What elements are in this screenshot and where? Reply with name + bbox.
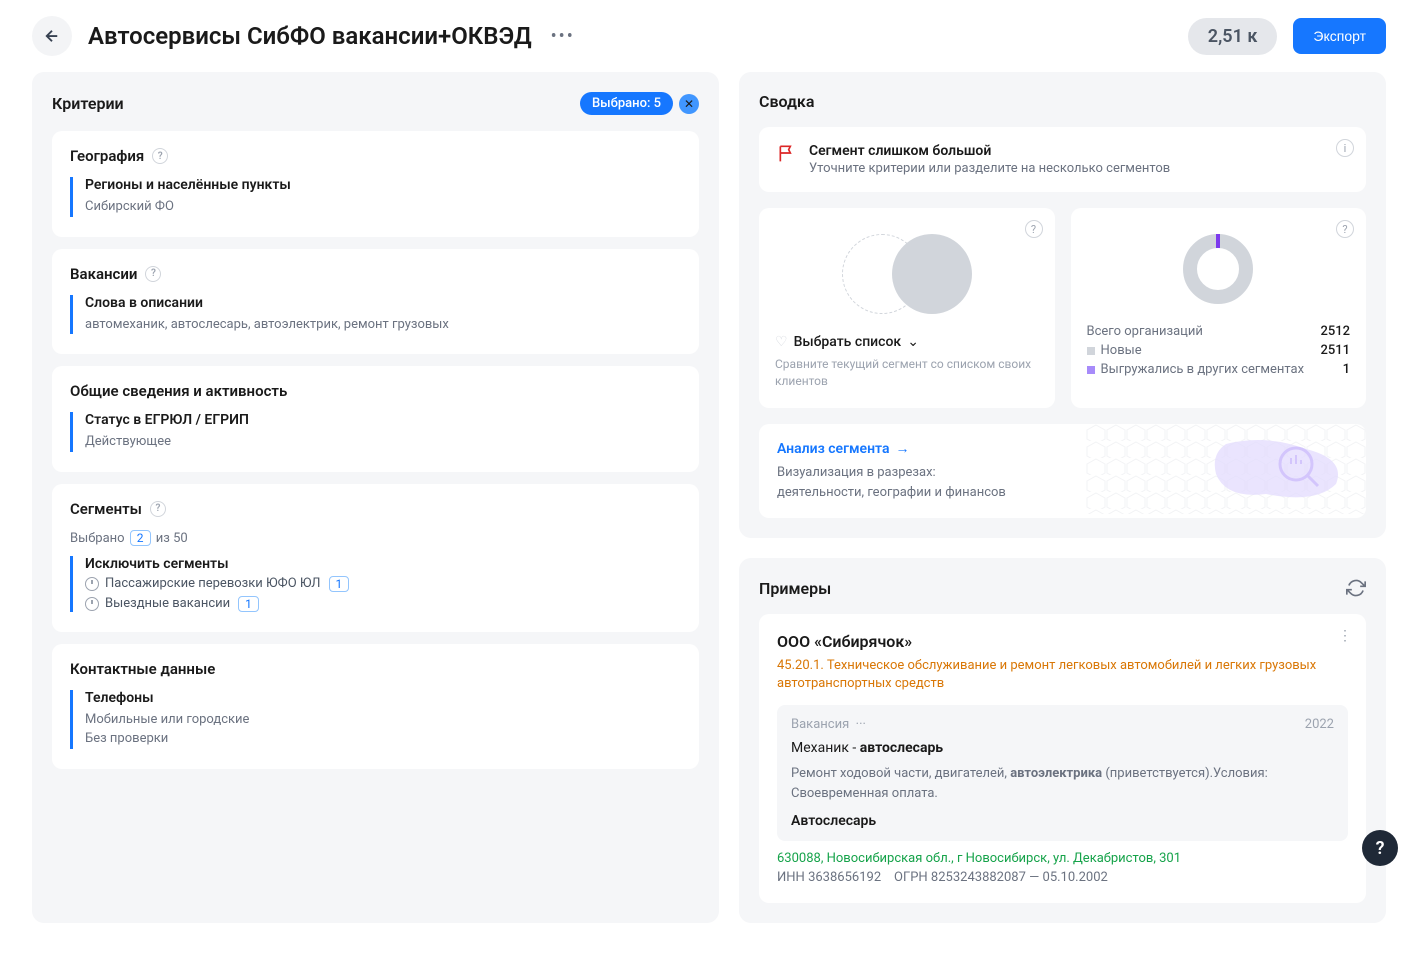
criteria-card-segments[interactable]: Сегменты ? Выбрано 2 из 50 Исключить сег… (52, 484, 699, 632)
vacancy-description: Ремонт ходовой части, двигателей, автоэл… (791, 764, 1334, 803)
chevron-down-icon: ⌄ (907, 334, 919, 350)
help-icon[interactable]: ? (152, 148, 168, 164)
segments-selected-info: Выбрано 2 из 50 (70, 530, 681, 546)
criterion-value: Действующее (85, 432, 681, 452)
criterion-label: Статус в ЕГРЮЛ / ЕГРИП (85, 412, 681, 428)
help-fab-button[interactable]: ? (1362, 830, 1398, 866)
vacancy-title-2: Автослесарь (791, 813, 1334, 829)
clear-selection-button[interactable]: ✕ (679, 94, 699, 114)
summary-panel: Сводка Сегмент слишком большой Уточните … (739, 72, 1386, 538)
warning-title: Сегмент слишком большой (809, 143, 1170, 159)
stats-card: ? Всего организаций 2512 Новые 2511 Выгр… (1071, 208, 1367, 408)
vacancy-box: Вакансия ··· 2022 Механик - автослесарь … (777, 705, 1348, 841)
help-icon[interactable]: ? (150, 501, 166, 517)
refresh-button[interactable] (1346, 578, 1366, 598)
map-decoration (1086, 424, 1366, 514)
info-icon[interactable]: i (1336, 139, 1354, 157)
segment-icon (85, 597, 99, 611)
segment-icon (85, 577, 99, 591)
criteria-title: Критерии (52, 94, 124, 113)
card-title-label: Вакансии (70, 265, 137, 283)
criterion-label: Слова в описании (85, 295, 681, 311)
example-company-card[interactable]: ⋮ ООО «Сибирячок» 45.20.1. Техническое о… (759, 614, 1366, 903)
examples-panel: Примеры ⋮ ООО «Сибирячок» 45.20.1. Техни… (739, 558, 1386, 923)
compare-description: Сравните текущий сегмент со списком свои… (775, 356, 1039, 390)
page-header: Автосервисы СибФО вакансии+ОКВЭД ••• 2,5… (0, 0, 1418, 72)
back-button[interactable] (32, 16, 72, 56)
info-icon[interactable]: ? (1025, 220, 1043, 238)
examples-title: Примеры (759, 579, 831, 598)
criterion-label: Регионы и населённые пункты (85, 177, 681, 193)
vacancy-label: Вакансия ··· (791, 717, 866, 732)
compare-card: ? ♡ Выбрать список ⌄ Сравните текущий се… (759, 208, 1055, 408)
result-count-badge: 2,51 к (1188, 18, 1278, 55)
page-title: Автосервисы СибФО вакансии+ОКВЭД (88, 22, 532, 50)
vacancy-year: 2022 (1305, 717, 1334, 732)
warning-subtitle: Уточните критерии или разделите на неско… (809, 161, 1170, 176)
criteria-card-vacancies[interactable]: Вакансии ? Слова в описании автомеханик,… (52, 249, 699, 355)
criteria-card-contacts[interactable]: Контактные данные Телефоны Мобильные или… (52, 644, 699, 769)
card-title-label: Общие сведения и активность (70, 382, 287, 400)
stat-new-value: 2511 (1320, 343, 1350, 358)
stat-exported-value: 1 (1343, 362, 1350, 377)
company-address: 630088, Новосибирская обл., г Новосибирс… (777, 851, 1348, 866)
criterion-label: Телефоны (85, 690, 681, 706)
card-title-label: Сегменты (70, 500, 142, 518)
criteria-panel: Критерии Выбрано: 5 ✕ География ? Регион… (32, 72, 719, 923)
card-title-label: Контактные данные (70, 660, 215, 678)
venn-diagram (775, 234, 1039, 314)
warning-card: Сегмент слишком большой Уточните критери… (759, 127, 1366, 192)
criteria-card-geography[interactable]: География ? Регионы и населённые пункты … (52, 131, 699, 237)
criteria-card-general[interactable]: Общие сведения и активность Статус в ЕГР… (52, 366, 699, 472)
segment-item[interactable]: Выездные вакансии 1 (85, 596, 681, 612)
arrow-right-icon: → (895, 440, 909, 457)
segment-item[interactable]: Пассажирские перевозки ЮФО ЮЛ 1 (85, 576, 681, 592)
company-ids: ИНН 3638656192 ОГРН 8253243882087 — 05.1… (777, 870, 1348, 885)
stat-new-label: Новые (1101, 343, 1142, 358)
stat-exported-label: Выгружались в других сегментах (1101, 362, 1305, 377)
stat-total-value: 2512 (1320, 324, 1350, 339)
criterion-value: Сибирский ФО (85, 197, 681, 217)
vacancy-title: Механик - автослесарь (791, 740, 1334, 756)
export-button[interactable]: Экспорт (1293, 18, 1386, 54)
criterion-value: автомеханик, автослесарь, автоэлектрик, … (85, 315, 681, 335)
example-more-button[interactable]: ⋮ (1338, 628, 1352, 644)
help-icon[interactable]: ? (145, 266, 161, 282)
flag-icon (777, 143, 797, 163)
criterion-value: Без проверки (85, 729, 681, 749)
info-icon[interactable]: ? (1336, 220, 1354, 238)
stat-total-label: Всего организаций (1087, 324, 1203, 339)
analysis-card[interactable]: Анализ сегмента → Визуализация в разреза… (759, 424, 1366, 518)
donut-chart (1183, 234, 1253, 304)
company-name: ООО «Сибирячок» (777, 632, 1348, 651)
heart-icon: ♡ (775, 334, 788, 350)
selected-count-pill[interactable]: Выбрано: 5 (580, 92, 673, 115)
company-okved: 45.20.1. Техническое обслуживание и ремо… (777, 657, 1348, 693)
more-menu-button[interactable]: ••• (548, 21, 578, 51)
summary-title: Сводка (759, 92, 814, 111)
exclude-segments-label: Исключить сегменты (85, 556, 681, 572)
criterion-value: Мобильные или городские (85, 710, 681, 730)
choose-list-button[interactable]: ♡ Выбрать список ⌄ (775, 334, 1039, 350)
card-title-label: География (70, 147, 144, 165)
